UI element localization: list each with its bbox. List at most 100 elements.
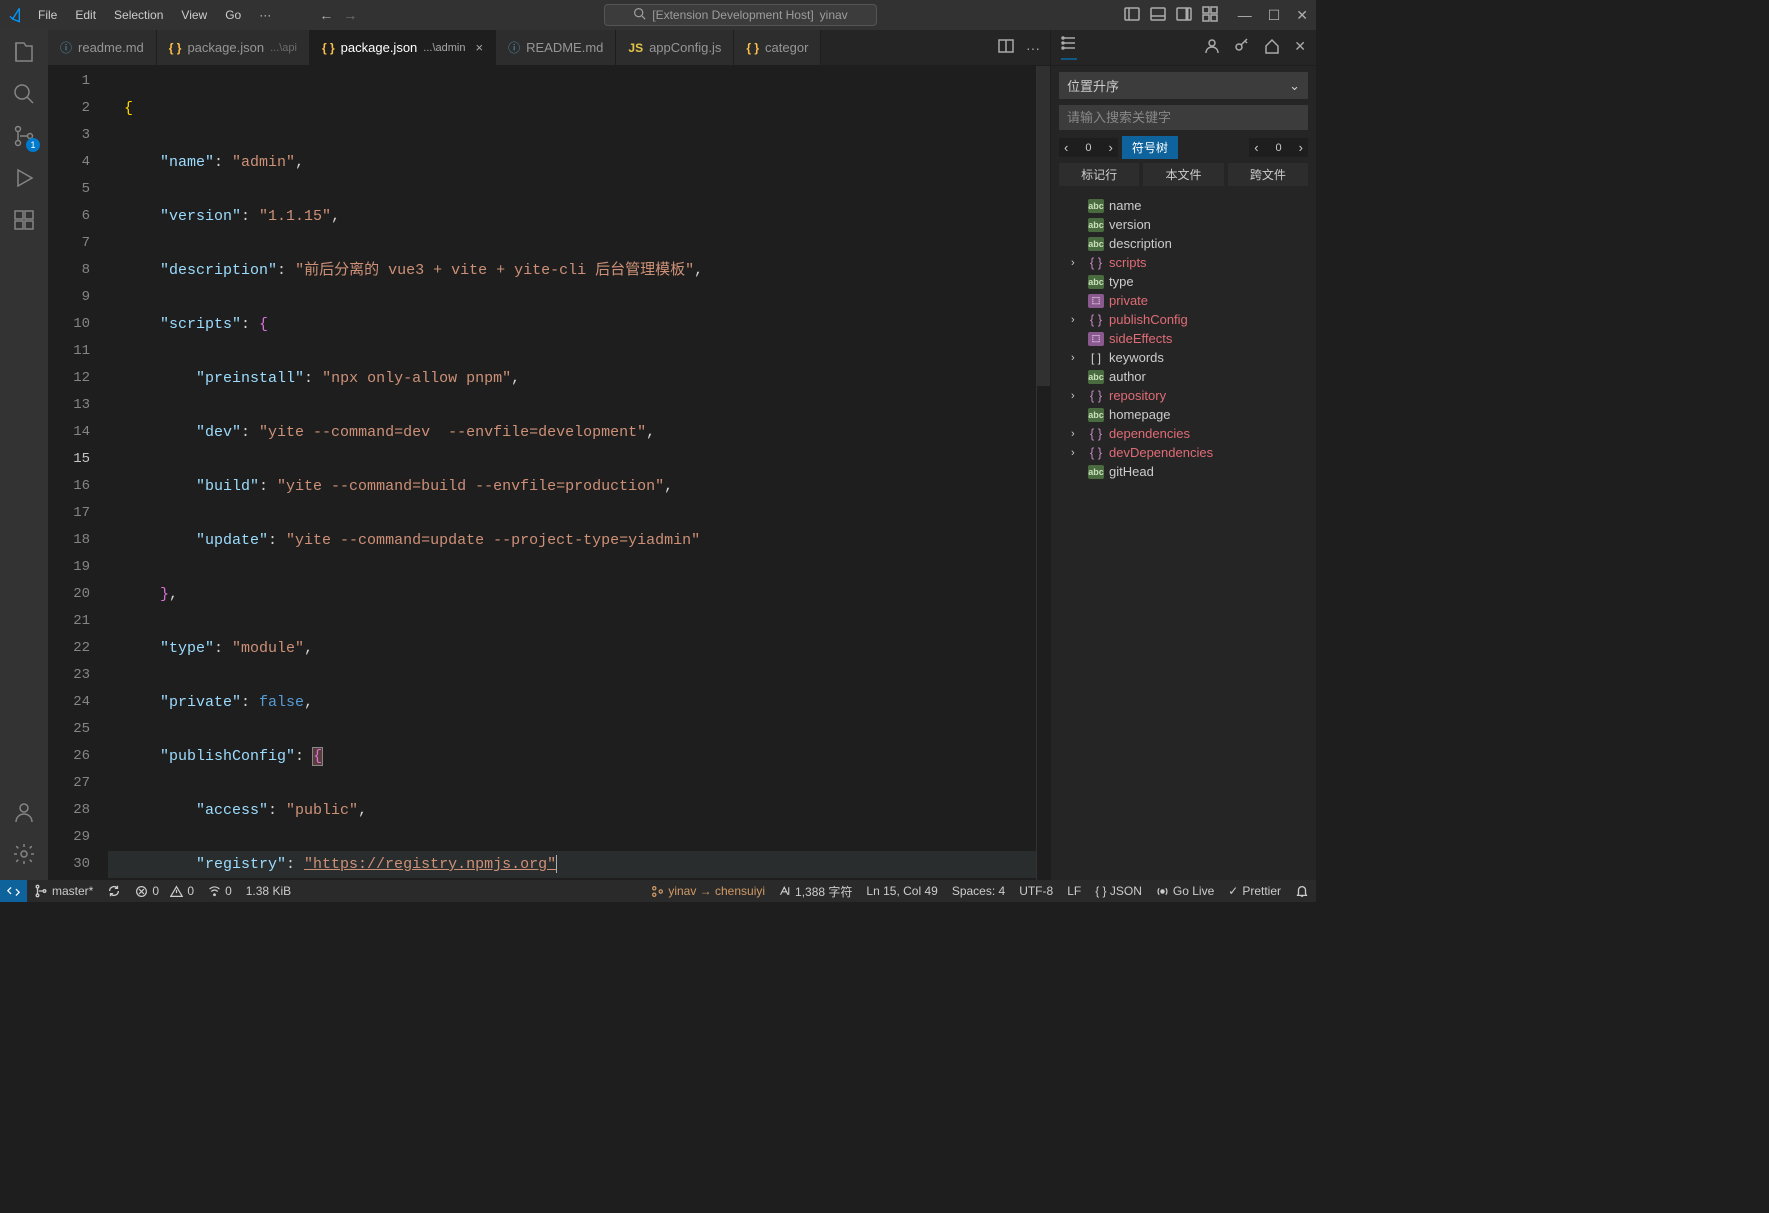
tab-close-icon[interactable]: × [475,40,483,55]
prettier[interactable]: ✓Prettier [1221,880,1288,902]
prev-file-icon[interactable]: ‹ [1249,138,1263,157]
json-icon: { } [169,41,182,55]
minimize-icon[interactable]: — [1238,7,1252,24]
scope-thisfile[interactable]: 本文件 [1143,163,1223,186]
outline-label: type [1109,274,1134,289]
object-icon: { } [1088,446,1104,460]
info-icon: ⓘ [508,39,520,56]
prev-result-icon[interactable]: ‹ [1059,138,1073,157]
tab-categor[interactable]: { }categor [734,30,821,65]
tab-readme[interactable]: ⓘreadme.md [48,30,157,65]
encoding[interactable]: UTF-8 [1012,880,1060,902]
outline-item-publishConfig[interactable]: ›{ }publishConfig [1051,310,1316,329]
scope-marked[interactable]: 标记行 [1059,163,1139,186]
outline-label: homepage [1109,407,1170,422]
cursor-position[interactable]: Ln 15, Col 49 [859,880,944,902]
git-branch[interactable]: master* [27,880,100,902]
outline-label: author [1109,369,1146,384]
outline-item-gitHead[interactable]: abcgitHead [1051,462,1316,481]
outline-view-icon[interactable] [1061,35,1077,60]
array-icon: [ ] [1088,351,1104,365]
layout-panel-icon[interactable] [1150,6,1166,25]
indentation[interactable]: Spaces: 4 [945,880,1012,902]
signal[interactable]: 0 [201,880,239,902]
minimap[interactable] [1036,66,1050,880]
layout-sidebar-left-icon[interactable] [1124,6,1140,25]
problems[interactable]: 0 0 [128,880,201,902]
next-file-icon[interactable]: › [1294,138,1308,157]
menu-go[interactable]: Go [217,4,249,26]
maximize-icon[interactable]: ☐ [1268,7,1281,24]
explorer-icon[interactable] [10,38,38,66]
layout-controls [1124,6,1218,25]
search-icon[interactable] [10,80,38,108]
menu-file[interactable]: File [30,4,65,26]
window-controls: — ☐ ✕ [1238,7,1308,24]
code-content[interactable]: { "name": "admin", "version": "1.1.15", … [108,66,1036,880]
outline-item-author[interactable]: abcauthor [1051,367,1316,386]
settings-gear-icon[interactable] [10,840,38,868]
object-icon: { } [1088,389,1104,403]
outline-item-repository[interactable]: ›{ }repository [1051,386,1316,405]
nav-forward-icon[interactable]: → [343,7,357,23]
outline-item-keywords[interactable]: ›[ ]keywords [1051,348,1316,367]
menu-overflow[interactable]: ··· [251,4,279,26]
tab-package-admin[interactable]: { }package.json...\admin× [310,30,496,65]
chevron-right-icon: › [1071,352,1083,364]
outline-item-type[interactable]: abctype [1051,272,1316,291]
split-editor-icon[interactable] [998,38,1014,57]
js-icon: JS [628,41,643,55]
vscode-logo-icon [8,7,24,23]
outline-label: publishConfig [1109,312,1188,327]
outline-item-private[interactable]: ⬚private [1051,291,1316,310]
outline-item-name[interactable]: abcname [1051,196,1316,215]
account-icon[interactable] [10,798,38,826]
string-icon: abc [1088,465,1104,479]
panel-key-icon[interactable] [1234,38,1250,57]
customize-layout-icon[interactable] [1202,6,1218,25]
menu-selection[interactable]: Selection [106,4,171,26]
menu-view[interactable]: View [173,4,215,26]
json-icon: { } [322,41,335,55]
nav-back-icon[interactable]: ← [319,7,333,23]
outline-item-description[interactable]: abcdescription [1051,234,1316,253]
outline-item-dependencies[interactable]: ›{ }dependencies [1051,424,1316,443]
sync-button[interactable] [100,880,128,902]
close-icon[interactable]: ✕ [1296,7,1308,24]
source-control-icon[interactable]: 1 [10,122,38,150]
editor-body[interactable]: 1234567891011121314151617181920212223242… [48,66,1050,880]
language-mode[interactable]: { } JSON [1088,880,1149,902]
outline-item-devDependencies[interactable]: ›{ }devDependencies [1051,443,1316,462]
outline-item-scripts[interactable]: ›{ }scripts [1051,253,1316,272]
outline-item-homepage[interactable]: abchomepage [1051,405,1316,424]
sort-dropdown[interactable]: 位置升序 ⌄ [1059,72,1308,99]
filter-symbol-tree[interactable]: 符号树 [1122,136,1178,159]
tab-readme-upper[interactable]: ⓘREADME.md [496,30,616,65]
tab-appconfig[interactable]: JSappConfig.js [616,30,734,65]
more-actions-icon[interactable]: ··· [1026,40,1040,56]
command-center[interactable]: [Extension Development Host] yinav [604,4,876,26]
layout-sidebar-right-icon[interactable] [1176,6,1192,25]
eol[interactable]: LF [1060,880,1088,902]
activity-bar: 1 [0,30,48,880]
extensions-icon[interactable] [10,206,38,234]
tab-package-api[interactable]: { }package.json...\api [157,30,310,65]
scope-crossfile[interactable]: 跨文件 [1228,163,1308,186]
outline-label: repository [1109,388,1166,403]
outline-search-input[interactable] [1059,105,1308,130]
filesize[interactable]: 1.38 KiB [239,880,298,902]
run-debug-icon[interactable] [10,164,38,192]
notifications-icon[interactable] [1288,880,1316,902]
remote-indicator[interactable] [0,880,27,902]
outline-item-sideEffects[interactable]: ⬚sideEffects [1051,329,1316,348]
panel-close-icon[interactable]: ✕ [1294,38,1306,57]
git-user[interactable]: yinav → chensuiyi [644,880,772,902]
minimap-thumb[interactable] [1037,66,1050,386]
panel-account-icon[interactable] [1204,38,1220,57]
go-live[interactable]: Go Live [1149,880,1221,902]
next-result-icon[interactable]: › [1103,138,1117,157]
char-count[interactable]: 1,388 字符 [772,880,859,902]
panel-home-icon[interactable] [1264,38,1280,57]
outline-item-version[interactable]: abcversion [1051,215,1316,234]
menu-edit[interactable]: Edit [67,4,104,26]
